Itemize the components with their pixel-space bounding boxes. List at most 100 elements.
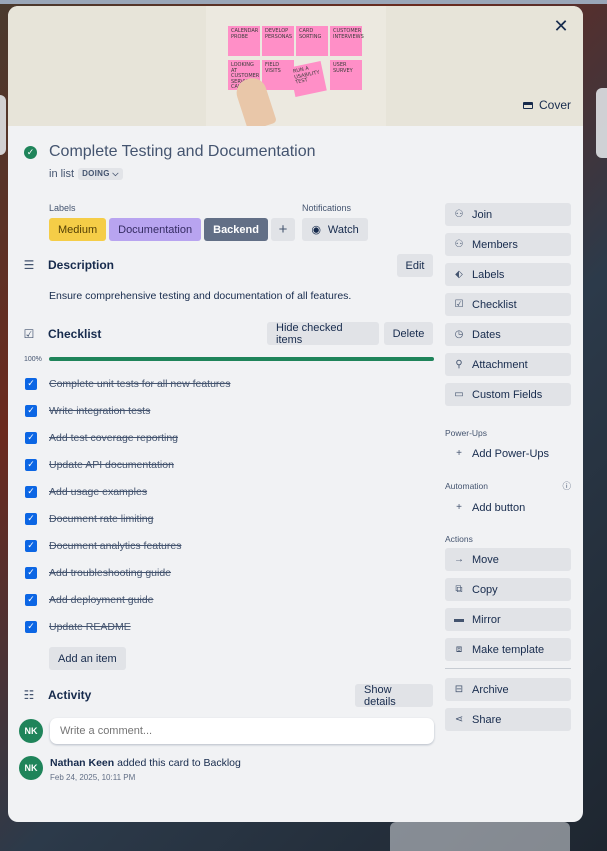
members-label: Members	[472, 238, 518, 251]
activity-user[interactable]: Nathan Keen	[50, 757, 114, 769]
info-icon[interactable]: ⓘ	[562, 480, 571, 492]
actions-heading: Actions	[445, 534, 571, 544]
mirror-label: Mirror	[472, 613, 501, 626]
checkbox-checked-icon[interactable]: ✓	[25, 485, 37, 498]
activity-timestamp[interactable]: Feb 24, 2025, 10:11 PM	[50, 773, 241, 782]
checklist-item-text[interactable]: Document rate limiting	[49, 513, 153, 525]
add-label-button[interactable]: +	[270, 218, 295, 241]
checklist-item-text[interactable]: Update README	[49, 621, 131, 633]
add-automation-button[interactable]: + Add button	[445, 496, 571, 519]
checklist-item[interactable]: ✓ Complete unit tests for all new feature…	[25, 370, 435, 397]
checklist-item[interactable]: ✓ Document analytics features	[25, 532, 435, 559]
checklist-item[interactable]: ✓ Update API documentation	[25, 451, 435, 478]
avatar[interactable]: NK	[19, 756, 43, 780]
card-cover: CALENDAR PROBE DEVELOP PERSONAS CARD SOR…	[8, 6, 583, 126]
checklist-item[interactable]: ✓ Update README	[25, 613, 435, 640]
card-detail-modal: CALENDAR PROBE DEVELOP PERSONAS CARD SOR…	[8, 6, 583, 822]
add-powerups-button[interactable]: + Add Power-Ups	[445, 442, 571, 465]
plus-icon: +	[456, 502, 462, 513]
description-text[interactable]: Ensure comprehensive testing and documen…	[49, 290, 351, 302]
share-label: Share	[472, 713, 502, 726]
avatar[interactable]: NK	[19, 719, 43, 743]
checklist-item-text[interactable]: Write integration tests	[49, 405, 150, 417]
checkbox-checked-icon[interactable]: ✓	[25, 512, 37, 525]
paperclip-icon: ⚲	[455, 359, 463, 370]
watch-button[interactable]: ◉ Watch	[302, 218, 368, 241]
attachment-button[interactable]: ⚲ Attachment	[445, 353, 571, 376]
checklist-item-text[interactable]: Add usage examples	[49, 486, 147, 498]
list-name: DOING	[82, 169, 110, 178]
custom-fields-label: Custom Fields	[472, 388, 543, 401]
make-template-label: Make template	[472, 643, 545, 656]
add-item-button[interactable]: Add an item	[49, 647, 126, 670]
checklist-item-text[interactable]: Add troubleshooting guide	[49, 567, 171, 579]
template-icon: ⧈	[455, 644, 463, 655]
move-button[interactable]: → Move	[445, 548, 571, 571]
list-name-dropdown[interactable]: DOING ⌵	[78, 168, 123, 180]
mirror-button[interactable]: ▬ Mirror	[445, 608, 571, 631]
checklist-item-text[interactable]: Add test coverage reporting	[49, 432, 178, 444]
activity-header: ☷ Activity	[22, 688, 92, 702]
archive-button[interactable]: ⊟ Archive	[445, 678, 571, 701]
checkbox-checked-icon[interactable]: ✓	[25, 593, 37, 606]
checklist-item[interactable]: ✓ Write integration tests	[25, 397, 435, 424]
activity-entry: NK Nathan Keen added this card to Backlo…	[19, 756, 241, 782]
close-icon[interactable]: ✕	[551, 16, 571, 36]
checklist-item[interactable]: ✓ Add test coverage reporting	[25, 424, 435, 451]
share-button[interactable]: ⋖ Share	[445, 708, 571, 731]
members-button[interactable]: ⚇ Members	[445, 233, 571, 256]
complete-check-icon[interactable]: ✓	[24, 145, 37, 159]
checklist-item-text[interactable]: Document analytics features	[49, 540, 181, 552]
cover-button-label: Cover	[538, 98, 571, 112]
copy-button[interactable]: ⧉ Copy	[445, 578, 571, 601]
add-button-label: Add button	[472, 501, 526, 514]
share-icon: ⋖	[454, 714, 464, 725]
custom-fields-button[interactable]: ▭ Custom Fields	[445, 383, 571, 406]
members-icon: ⚇	[454, 239, 464, 250]
cover-sticky-note: FIELD VISITS	[262, 60, 294, 90]
dates-button[interactable]: ◷ Dates	[445, 323, 571, 346]
powerups-heading-text: Power-Ups	[445, 428, 488, 438]
checklist-item[interactable]: ✓ Document rate limiting	[25, 505, 435, 532]
comment-input[interactable]	[50, 718, 434, 744]
checklist-item-text[interactable]: Complete unit tests for all new features	[49, 378, 231, 390]
checklist-item[interactable]: ✓ Add troubleshooting guide	[25, 559, 435, 586]
card-title[interactable]: Complete Testing and Documentation	[49, 143, 316, 161]
checkbox-checked-icon[interactable]: ✓	[25, 566, 37, 579]
edit-description-button[interactable]: Edit	[397, 254, 433, 277]
automation-heading: Automation ⓘ	[445, 480, 571, 492]
checkbox-checked-icon[interactable]: ✓	[25, 377, 37, 390]
checklist-items: ✓ Complete unit tests for all new feature…	[25, 370, 435, 640]
archive-icon: ⊟	[454, 684, 464, 695]
join-button[interactable]: ⚇ Join	[445, 203, 571, 226]
checkbox-checked-icon[interactable]: ✓	[25, 431, 37, 444]
hide-checked-items-button[interactable]: Hide checked items	[267, 322, 379, 346]
labels-button[interactable]: ⬖ Labels	[445, 263, 571, 286]
checklist-item[interactable]: ✓ Add usage examples	[25, 478, 435, 505]
checklist-label: Checklist	[472, 298, 517, 311]
attachment-label: Attachment	[472, 358, 528, 371]
show-details-button[interactable]: Show details	[355, 684, 433, 708]
checkbox-checked-icon[interactable]: ✓	[25, 458, 37, 471]
move-label: Move	[472, 553, 499, 566]
label-chip-medium[interactable]: Medium	[49, 218, 107, 241]
powerups-heading: Power-Ups	[445, 428, 571, 438]
checkbox-checked-icon[interactable]: ✓	[25, 620, 37, 633]
label-chip-backend[interactable]: Backend	[204, 218, 268, 241]
checklist-item-text[interactable]: Update API documentation	[49, 459, 174, 471]
checklist-item[interactable]: ✓ Add deployment guide	[25, 586, 435, 613]
checklist-button[interactable]: ☑ Checklist	[445, 293, 571, 316]
card-sidebar: ⚇ Join ⚇ Members ⬖ Labels ☑ Checklist ◷ Dates…	[445, 203, 571, 738]
checklist-item-text[interactable]: Add deployment guide	[49, 594, 154, 606]
progress-percent: 100%	[24, 355, 42, 363]
checkbox-checked-icon[interactable]: ✓	[25, 539, 37, 552]
cover-button[interactable]: Cover	[522, 96, 571, 114]
description-header: ☰ Description	[22, 258, 114, 272]
progress-fill	[49, 357, 434, 361]
cover-sticky-note: CUSTOMER INTERVIEWS	[330, 26, 364, 56]
checkbox-checked-icon[interactable]: ✓	[25, 404, 37, 417]
label-chip-documentation[interactable]: Documentation	[109, 218, 202, 241]
make-template-button[interactable]: ⧈ Make template	[445, 638, 571, 661]
delete-checklist-button[interactable]: Delete	[384, 322, 433, 345]
